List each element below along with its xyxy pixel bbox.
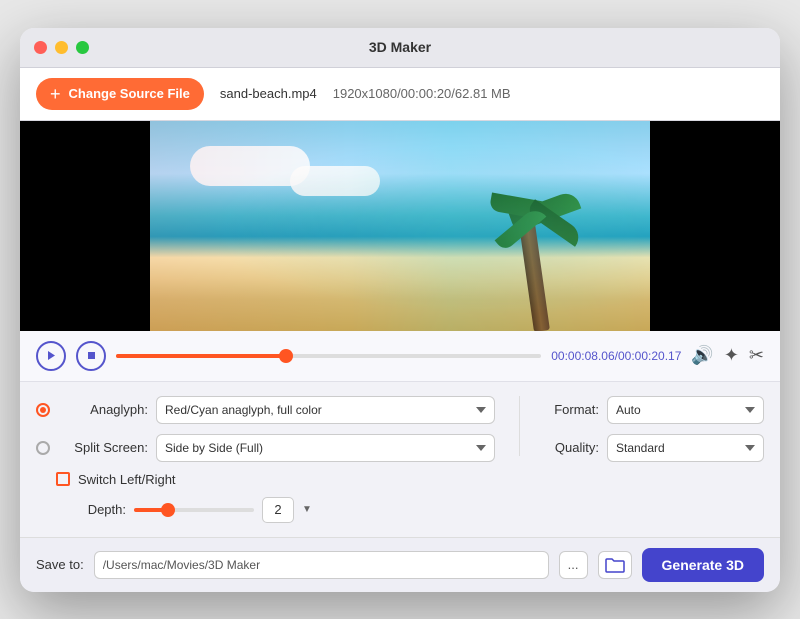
change-source-label: Change Source File [69, 86, 190, 101]
progress-thumb[interactable] [279, 349, 293, 363]
quality-label: Quality: [544, 440, 599, 455]
anaglyph-row: Anaglyph: Red/Cyan anaglyph, full color … [36, 396, 495, 424]
split-screen-row: Split Screen: Side by Side (Full) Side b… [36, 434, 495, 462]
play-icon [46, 350, 56, 361]
depth-slider[interactable] [134, 508, 254, 512]
split-screen-select[interactable]: Side by Side (Full) Side by Side (Half) … [156, 434, 495, 462]
quality-select[interactable]: Standard High Low [607, 434, 764, 462]
folder-icon [605, 557, 625, 573]
time-total: 00:00:20.17 [618, 349, 681, 363]
split-screen-radio[interactable] [36, 441, 50, 455]
cut-icon[interactable]: ✂ [749, 345, 764, 366]
switch-lr-label: Switch Left/Right [78, 472, 176, 487]
beach-scene [150, 121, 650, 331]
ellipsis-button[interactable]: ... [559, 551, 588, 579]
time-display: 00:00:08.06/00:00:20.17 [551, 349, 681, 363]
bottom-bar: Save to: ... Generate 3D [20, 537, 780, 592]
settings-left: Anaglyph: Red/Cyan anaglyph, full color … [36, 396, 495, 523]
play-button[interactable] [36, 341, 66, 371]
generate-3d-button[interactable]: Generate 3D [642, 548, 764, 582]
settings-area: Anaglyph: Red/Cyan anaglyph, full color … [20, 382, 780, 537]
vertical-divider [519, 396, 520, 456]
anaglyph-shift [150, 121, 650, 331]
save-path-input[interactable] [94, 551, 549, 579]
settings-right: Format: Auto MP4 MKV Quality: Standard H… [544, 396, 764, 523]
maximize-button[interactable] [76, 41, 89, 54]
sparkle-icon[interactable]: ✦ [724, 345, 739, 366]
switch-lr-row: Switch Left/Right [36, 472, 495, 487]
change-source-button[interactable]: + Change Source File [36, 78, 204, 110]
format-label: Format: [544, 402, 599, 417]
format-select[interactable]: Auto MP4 MKV [607, 396, 764, 424]
anaglyph-label: Anaglyph: [58, 402, 148, 417]
controls-bar: 00:00:08.06/00:00:20.17 🔊 ✦ ✂ [20, 331, 780, 382]
split-screen-label: Split Screen: [58, 440, 148, 455]
app-window: 3D Maker + Change Source File sand-beach… [20, 28, 780, 592]
stop-button[interactable] [76, 341, 106, 371]
format-row: Format: Auto MP4 MKV [544, 396, 764, 424]
folder-button[interactable] [598, 551, 632, 579]
window-title: 3D Maker [369, 39, 431, 55]
minimize-button[interactable] [55, 41, 68, 54]
file-name: sand-beach.mp4 [220, 86, 317, 101]
volume-icon[interactable]: 🔊 [691, 345, 713, 366]
stop-icon [87, 351, 96, 360]
depth-value: 2 [262, 497, 294, 523]
progress-bar[interactable] [116, 354, 541, 358]
video-area [20, 121, 780, 331]
anaglyph-radio[interactable] [36, 403, 50, 417]
depth-arrow-down[interactable]: ▼ [302, 504, 312, 515]
progress-fill [116, 354, 286, 358]
time-current: 00:00:08.06 [551, 349, 614, 363]
quality-row: Quality: Standard High Low [544, 434, 764, 462]
traffic-lights [34, 41, 89, 54]
depth-thumb[interactable] [161, 503, 175, 517]
anaglyph-select[interactable]: Red/Cyan anaglyph, full color Red/Cyan a… [156, 396, 495, 424]
title-bar: 3D Maker [20, 28, 780, 68]
depth-row: Depth: 2 ▼ [36, 497, 495, 523]
source-bar: + Change Source File sand-beach.mp4 1920… [20, 68, 780, 121]
video-preview [150, 121, 650, 331]
save-to-label: Save to: [36, 557, 84, 572]
switch-lr-checkbox[interactable] [56, 472, 70, 486]
plus-icon: + [50, 85, 61, 103]
depth-label: Depth: [36, 502, 126, 517]
close-button[interactable] [34, 41, 47, 54]
file-info: 1920x1080/00:00:20/62.81 MB [333, 86, 511, 101]
